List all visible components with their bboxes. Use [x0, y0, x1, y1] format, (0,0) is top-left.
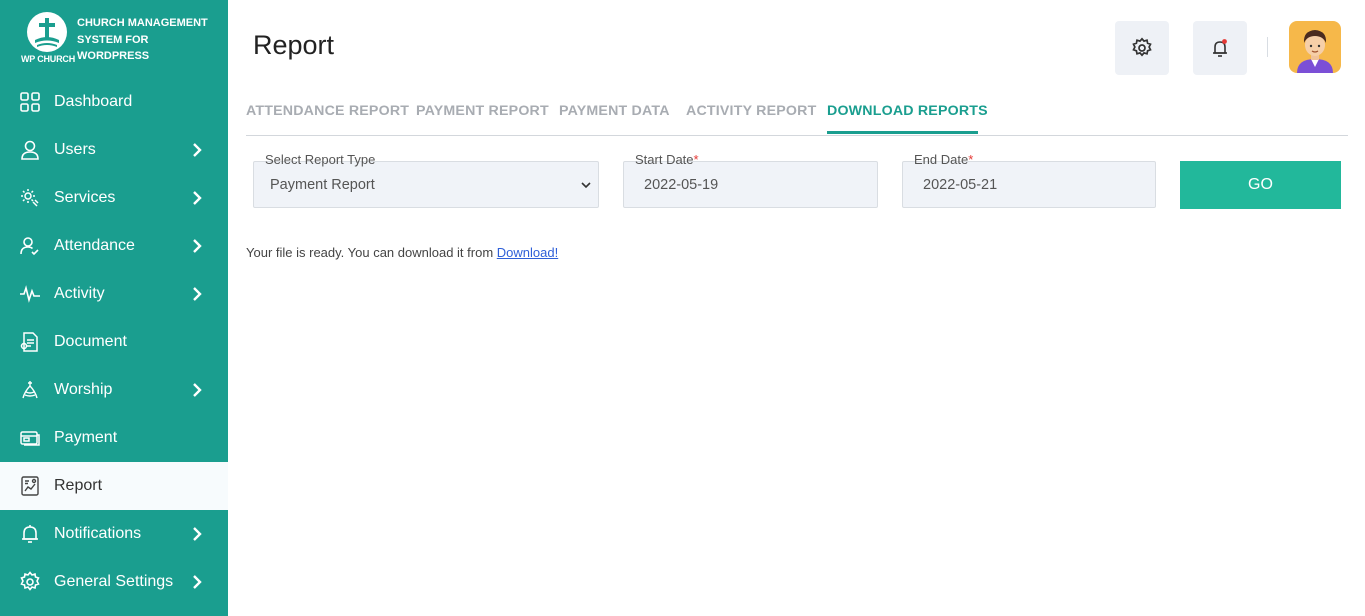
report-type-select-wrapper: Select Report Type Payment Report	[253, 152, 599, 208]
brand-name: CHURCH MANAGEMENT SYSTEM FOR WORDPRESS	[77, 17, 208, 62]
sidebar-item-label: Dashboard	[54, 93, 133, 110]
sidebar-item-activity[interactable]: Activity	[0, 270, 228, 318]
document-icon	[19, 331, 41, 353]
payment-icon	[19, 427, 41, 449]
gear-icon	[19, 571, 41, 593]
sidebar-item-general-settings[interactable]: General Settings	[0, 558, 228, 606]
sidebar-item-label: Users	[54, 141, 96, 158]
start-date-label: Start Date*	[632, 152, 702, 167]
chevron-right-icon	[193, 575, 202, 589]
tab-activity-report[interactable]: ACTIVITY REPORT	[686, 103, 816, 119]
settings-button[interactable]	[1115, 21, 1169, 75]
dashboard-icon	[19, 91, 41, 113]
end-date-input[interactable]	[903, 162, 1155, 207]
chevron-right-icon	[193, 527, 202, 541]
sidebar-item-label: Document	[54, 333, 127, 350]
sidebar-item-label: Activity	[54, 285, 105, 302]
sidebar-item-worship[interactable]: Worship	[0, 366, 228, 414]
avatar-icon	[1297, 30, 1333, 73]
sidebar-item-payment[interactable]: Payment	[0, 414, 228, 462]
download-link[interactable]: Download!	[497, 245, 558, 260]
church-logo-icon: WP CHURCH	[20, 12, 76, 68]
sidebar-item-users[interactable]: Users	[0, 126, 228, 174]
sidebar: WP CHURCH CHURCH MANAGEMENT SYSTEM FOR W…	[0, 0, 228, 616]
report-icon	[19, 475, 41, 497]
chevron-right-icon	[193, 143, 202, 157]
message-text: Your file is ready. You can download it …	[246, 245, 497, 260]
report-tabs: ATTENDANCE REPORT PAYMENT REPORT PAYMENT…	[246, 100, 1348, 136]
tab-payment-report[interactable]: PAYMENT REPORT	[416, 103, 549, 119]
user-avatar[interactable]	[1289, 21, 1341, 73]
sidebar-item-label: Notifications	[54, 525, 142, 542]
services-icon	[19, 187, 41, 209]
attendance-icon	[19, 235, 41, 257]
notifications-button[interactable]	[1193, 21, 1247, 75]
sidebar-item-label: Payment	[54, 429, 118, 446]
end-date-label: End Date*	[911, 152, 977, 167]
logo-text: WP CHURCH	[20, 54, 76, 64]
sidebar-item-label: Worship	[54, 381, 113, 398]
worship-icon	[19, 379, 41, 401]
sidebar-item-dashboard[interactable]: Dashboard	[0, 78, 228, 126]
report-type-label: Select Report Type	[262, 152, 379, 167]
sidebar-item-label: Report	[54, 477, 103, 494]
sidebar-item-document[interactable]: Document	[0, 318, 228, 366]
sidebar-item-attendance[interactable]: Attendance	[0, 222, 228, 270]
tab-attendance-report[interactable]: ATTENDANCE REPORT	[246, 103, 409, 119]
bell-icon	[19, 523, 41, 545]
chevron-right-icon	[193, 383, 202, 397]
brand[interactable]: WP CHURCH CHURCH MANAGEMENT SYSTEM FOR W…	[18, 12, 218, 68]
report-type-select[interactable]: Payment Report	[254, 162, 598, 207]
sidebar-item-label: Attendance	[54, 237, 135, 254]
sidebar-item-label: Services	[54, 189, 116, 206]
tab-payment-data[interactable]: PAYMENT DATA	[559, 103, 670, 119]
header-divider	[1267, 37, 1268, 57]
gear-icon	[1132, 37, 1152, 57]
bell-icon	[1213, 39, 1227, 57]
sidebar-item-report[interactable]: Report	[0, 462, 228, 510]
tab-download-reports[interactable]: DOWNLOAD REPORTS	[827, 103, 988, 119]
active-tab-indicator	[827, 131, 978, 134]
chevron-right-icon	[193, 239, 202, 253]
go-button[interactable]: GO	[1180, 161, 1341, 209]
chevron-right-icon	[193, 287, 202, 301]
sidebar-item-services[interactable]: Services	[0, 174, 228, 222]
sidebar-item-label: General Settings	[54, 573, 174, 590]
start-date-wrapper: Start Date*	[623, 152, 878, 208]
page-title: Report	[253, 30, 335, 60]
start-date-input[interactable]	[624, 162, 877, 207]
user-icon	[19, 139, 41, 161]
activity-icon	[19, 283, 41, 305]
end-date-wrapper: End Date*	[902, 152, 1156, 208]
sidebar-nav: Dashboard Users Services Attendance Acti…	[0, 78, 228, 606]
sidebar-item-notifications[interactable]: Notifications	[0, 510, 228, 558]
download-ready-message: Your file is ready. You can download it …	[246, 245, 558, 260]
chevron-right-icon	[193, 191, 202, 205]
